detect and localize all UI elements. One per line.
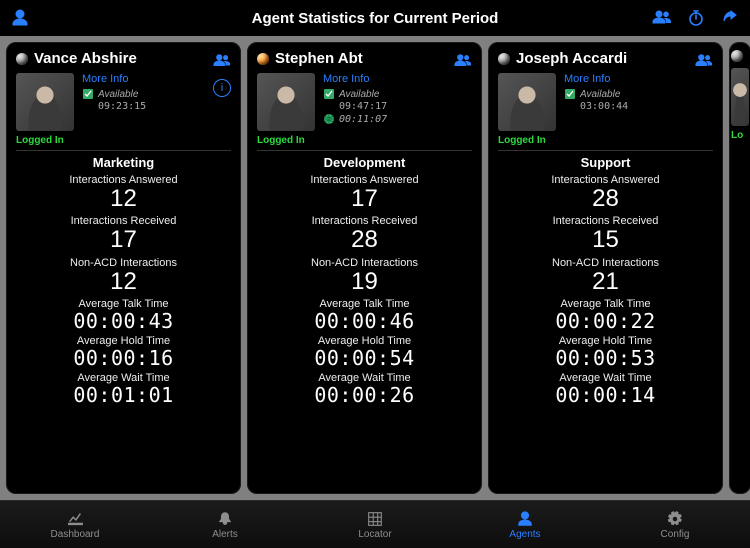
metric-value: 00:00:53 bbox=[498, 347, 713, 369]
tab-label: Locator bbox=[358, 529, 391, 540]
tab-locator[interactable]: Locator bbox=[300, 501, 450, 548]
timer-icon[interactable] bbox=[686, 8, 706, 28]
available-icon bbox=[82, 88, 94, 100]
alerts-icon bbox=[214, 510, 236, 528]
divider bbox=[16, 150, 231, 151]
tab-label: Dashboard bbox=[51, 529, 100, 540]
agent-name: Stephen Abt bbox=[275, 50, 448, 67]
metric-label: Non-ACD Interactions bbox=[16, 257, 231, 269]
logged-in-label: Lo bbox=[731, 130, 749, 141]
extra-time: 00:11:07 bbox=[339, 114, 387, 125]
more-info-link[interactable]: More Info bbox=[564, 73, 628, 85]
metric-value: 21 bbox=[498, 269, 713, 295]
metric-value: 28 bbox=[498, 186, 713, 212]
status-dot-icon bbox=[498, 53, 510, 65]
metric-value: 17 bbox=[257, 186, 472, 212]
available-label: Available bbox=[98, 89, 138, 100]
metric-value: 12 bbox=[16, 186, 231, 212]
top-bar: Agent Statistics for Current Period bbox=[0, 0, 750, 36]
available-icon bbox=[323, 88, 335, 100]
department: Support bbox=[498, 155, 713, 170]
globe-icon bbox=[323, 113, 335, 125]
more-info-link[interactable]: More Info bbox=[323, 73, 387, 85]
more-info-link[interactable]: More Info bbox=[82, 73, 146, 85]
info-badge-icon[interactable]: i bbox=[213, 79, 231, 97]
tab-agents[interactable]: Agents bbox=[450, 501, 600, 548]
tab-alerts[interactable]: Alerts bbox=[150, 501, 300, 548]
dashboard-icon bbox=[64, 510, 86, 528]
avatar bbox=[16, 73, 74, 131]
agents-icon bbox=[514, 510, 536, 528]
avatar bbox=[731, 68, 749, 126]
people-icon[interactable] bbox=[454, 52, 472, 66]
metric-value: 00:00:54 bbox=[257, 347, 472, 369]
metric-value: 00:00:16 bbox=[16, 347, 231, 369]
locator-icon bbox=[364, 510, 386, 528]
agent-card-scroll[interactable]: Vance Abshire More Info Available 09:23:… bbox=[0, 36, 750, 500]
available-label: Available bbox=[339, 89, 379, 100]
metric-value: 12 bbox=[16, 269, 231, 295]
tab-label: Config bbox=[661, 529, 690, 540]
logged-in-label: Logged In bbox=[498, 135, 713, 146]
metric-value: 19 bbox=[257, 269, 472, 295]
agent-name: Vance Abshire bbox=[34, 50, 207, 67]
avatar bbox=[257, 73, 315, 131]
metric-value: 28 bbox=[257, 227, 472, 253]
available-time: 09:23:15 bbox=[98, 101, 146, 112]
metric-value: 00:00:46 bbox=[257, 310, 472, 332]
tab-label: Alerts bbox=[212, 529, 238, 540]
agent-name: Joseph Accardi bbox=[516, 50, 689, 67]
divider bbox=[257, 150, 472, 151]
people-icon[interactable] bbox=[213, 52, 231, 66]
agent-card: Joseph Accardi More Info Available 03:00… bbox=[488, 42, 723, 494]
status-dot-icon bbox=[257, 53, 269, 65]
share-icon[interactable] bbox=[720, 8, 740, 28]
metric-value: 00:00:43 bbox=[16, 310, 231, 332]
people-icon[interactable] bbox=[652, 8, 672, 28]
metric-label: Non-ACD Interactions bbox=[257, 257, 472, 269]
divider bbox=[498, 150, 713, 151]
available-icon bbox=[564, 88, 576, 100]
metric-value: 00:00:22 bbox=[498, 310, 713, 332]
available-time: 09:47:17 bbox=[339, 101, 387, 112]
status-dot-icon bbox=[731, 50, 743, 62]
tab-bar: Dashboard Alerts Locator Agents Config bbox=[0, 500, 750, 548]
config-icon bbox=[664, 510, 686, 528]
tab-config[interactable]: Config bbox=[600, 501, 750, 548]
logged-in-label: Logged In bbox=[257, 135, 472, 146]
metric-value: 00:01:01 bbox=[16, 384, 231, 406]
page-title: Agent Statistics for Current Period bbox=[0, 10, 750, 27]
logged-in-label: Logged In bbox=[16, 135, 231, 146]
agent-card: Vance Abshire More Info Available 09:23:… bbox=[6, 42, 241, 494]
metric-value: 00:00:14 bbox=[498, 384, 713, 406]
metric-label: Non-ACD Interactions bbox=[498, 257, 713, 269]
people-icon[interactable] bbox=[695, 52, 713, 66]
status-dot-icon bbox=[16, 53, 28, 65]
tab-label: Agents bbox=[509, 529, 540, 540]
department: Development bbox=[257, 155, 472, 170]
agent-card-peek: Lo bbox=[729, 42, 750, 494]
agent-card: Stephen Abt More Info Available 09:47:17… bbox=[247, 42, 482, 494]
metric-value: 00:00:26 bbox=[257, 384, 472, 406]
tab-dashboard[interactable]: Dashboard bbox=[0, 501, 150, 548]
metric-value: 15 bbox=[498, 227, 713, 253]
department: Marketing bbox=[16, 155, 231, 170]
avatar bbox=[498, 73, 556, 131]
metric-value: 17 bbox=[16, 227, 231, 253]
contacts-icon[interactable] bbox=[10, 8, 30, 28]
available-label: Available bbox=[580, 89, 620, 100]
available-time: 03:00:44 bbox=[580, 101, 628, 112]
